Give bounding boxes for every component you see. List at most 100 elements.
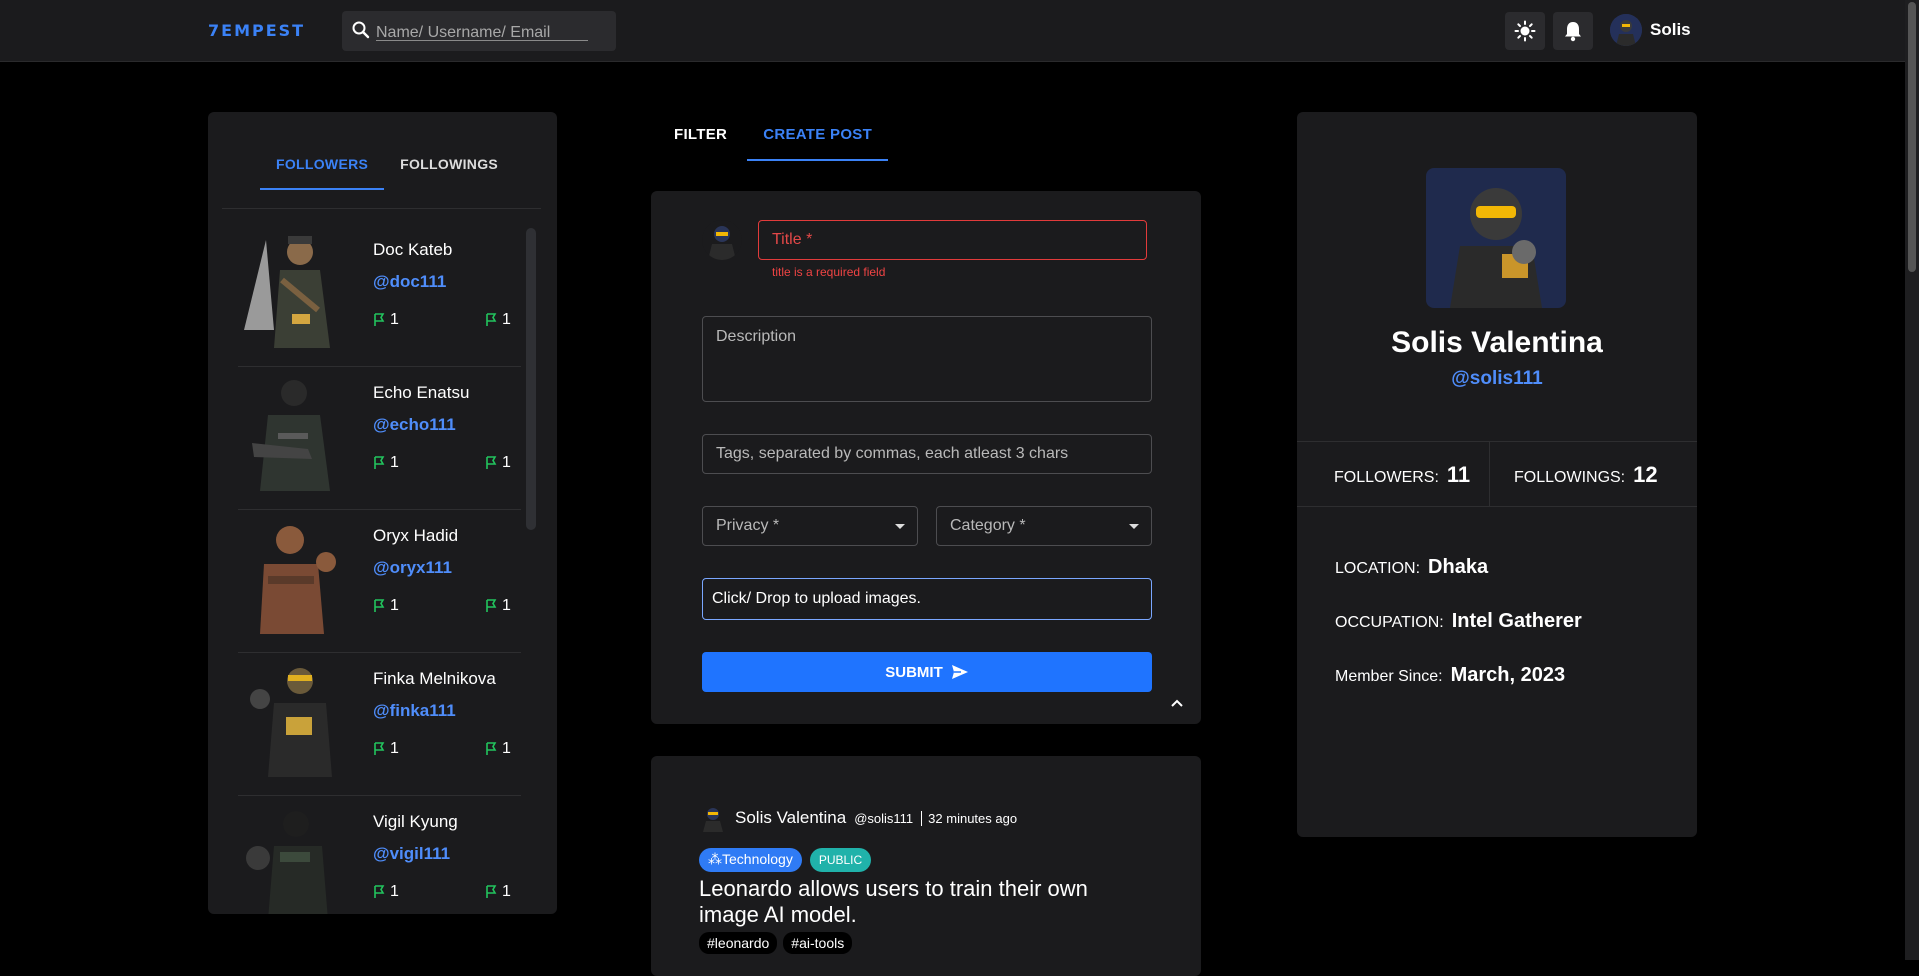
post-tags: #leonardo #ai-tools bbox=[699, 932, 853, 954]
list-item[interactable]: Vigil Kyung @vigil111 1 1 bbox=[238, 796, 521, 914]
divider bbox=[1489, 442, 1490, 506]
brand-logo[interactable]: 7EMPEST bbox=[208, 21, 305, 40]
privacy-select[interactable]: Privacy * bbox=[702, 506, 918, 546]
followers-panel: FOLLOWERS FOLLOWINGS Doc Kateb @doc111 1… bbox=[208, 112, 557, 914]
member-since-row: Member Since: March, 2023 bbox=[1335, 664, 1566, 686]
divider bbox=[222, 208, 541, 209]
privacy-badge: PUBLIC bbox=[809, 848, 872, 872]
description-textarea[interactable]: Description bbox=[702, 316, 1152, 402]
tag-chip[interactable]: #ai-tools bbox=[783, 932, 853, 954]
list-item[interactable]: Finka Melnikova @finka111 1 1 bbox=[238, 653, 521, 796]
top-navbar: 7EMPEST Name/ Username/ Email Solis bbox=[0, 0, 1905, 62]
scrollbar-thumb[interactable] bbox=[1908, 2, 1916, 272]
flag-icon bbox=[486, 742, 497, 755]
flag-icon bbox=[486, 313, 497, 326]
follower-stat: 1 bbox=[373, 883, 399, 901]
post-handle[interactable]: @solis111 bbox=[854, 811, 913, 826]
follower-stat: 1 bbox=[485, 454, 511, 472]
follower-name: Vigil Kyung bbox=[373, 812, 458, 831]
tab-followers[interactable]: FOLLOWERS bbox=[260, 142, 385, 190]
followings-count[interactable]: FOLLOWINGS: 12 bbox=[1514, 462, 1658, 488]
occupation-row: OCCUPATION: Intel Gatherer bbox=[1335, 610, 1582, 632]
followers-tabs: FOLLOWERS FOLLOWINGS bbox=[260, 142, 514, 190]
follower-handle[interactable]: @doc111 bbox=[373, 272, 446, 292]
divider bbox=[1297, 441, 1697, 442]
followers-count[interactable]: FOLLOWERS: 11 bbox=[1334, 462, 1470, 488]
notifications-button[interactable] bbox=[1553, 12, 1593, 50]
follower-stat: 1 bbox=[373, 597, 399, 615]
profile-card: Solis Valentina @solis111 FOLLOWERS: 11 F… bbox=[1297, 112, 1697, 837]
follower-handle[interactable]: @vigil111 bbox=[373, 844, 450, 864]
follower-stat: 1 bbox=[373, 454, 399, 472]
theme-toggle-button[interactable] bbox=[1505, 12, 1545, 50]
tab-filter[interactable]: FILTER bbox=[654, 118, 747, 161]
category-badge[interactable]: ⁂Technology bbox=[699, 848, 802, 872]
follower-handle[interactable]: @oryx111 bbox=[373, 558, 452, 578]
post-time: 32 minutes ago bbox=[921, 810, 1017, 826]
follower-handle[interactable]: @echo111 bbox=[373, 415, 456, 435]
hash-icon: # bbox=[791, 935, 800, 951]
follower-handle[interactable]: @finka111 bbox=[373, 701, 456, 721]
flag-icon bbox=[374, 885, 385, 898]
submit-label: SUBMIT bbox=[885, 663, 943, 681]
post-author[interactable]: Solis Valentina bbox=[735, 808, 846, 828]
search-box[interactable]: Name/ Username/ Email bbox=[342, 11, 616, 51]
list-item[interactable]: Echo Enatsu @echo111 1 1 bbox=[238, 367, 521, 510]
sun-icon bbox=[1514, 20, 1536, 42]
follower-avatar bbox=[244, 236, 330, 348]
follower-name: Echo Enatsu bbox=[373, 383, 470, 402]
search-underline bbox=[376, 40, 588, 41]
user-name: Solis bbox=[1650, 20, 1691, 39]
profile-handle[interactable]: @solis111 bbox=[1297, 368, 1697, 390]
follower-stat: 1 bbox=[485, 883, 511, 901]
post-header: Solis Valentina @solis111 32 minutes ago bbox=[699, 804, 1017, 832]
user-menu[interactable]: Solis bbox=[1610, 14, 1691, 46]
follower-avatar bbox=[260, 526, 336, 634]
search-icon bbox=[351, 20, 371, 45]
avatar bbox=[1610, 14, 1642, 46]
flag-icon bbox=[374, 313, 385, 326]
followers-scrollbar[interactable] bbox=[526, 228, 536, 530]
post-title[interactable]: Leonardo allows users to train their own… bbox=[699, 876, 1119, 928]
title-error: title is a required field bbox=[772, 265, 886, 279]
avatar bbox=[703, 808, 723, 832]
category-select-label: Category * bbox=[950, 517, 1026, 534]
submit-button[interactable]: SUBMIT bbox=[702, 652, 1152, 692]
avatar bbox=[702, 220, 742, 260]
post-chips: ⁂Technology PUBLIC bbox=[699, 848, 872, 872]
category-select[interactable]: Category * bbox=[936, 506, 1152, 546]
follower-name: Finka Melnikova bbox=[373, 669, 496, 688]
flag-icon bbox=[374, 599, 385, 612]
tag-chip[interactable]: #leonardo bbox=[699, 932, 778, 954]
divider bbox=[1297, 506, 1697, 507]
hash-icon: # bbox=[707, 935, 715, 951]
chevron-up-icon bbox=[1171, 699, 1183, 707]
flag-icon bbox=[486, 456, 497, 469]
tab-create-post[interactable]: CREATE POST bbox=[747, 118, 889, 161]
flag-icon bbox=[374, 456, 385, 469]
follower-avatar bbox=[246, 811, 328, 914]
send-icon bbox=[951, 665, 968, 679]
follower-avatar bbox=[252, 380, 330, 491]
follower-name: Doc Kateb bbox=[373, 240, 453, 259]
flag-icon bbox=[374, 742, 385, 755]
bell-icon bbox=[1565, 22, 1581, 42]
post-card: Solis Valentina @solis111 32 minutes ago… bbox=[651, 756, 1201, 976]
profile-avatar bbox=[1426, 168, 1566, 308]
page-scrollbar[interactable] bbox=[1905, 0, 1919, 960]
title-input[interactable]: Title * bbox=[758, 220, 1147, 260]
follower-stat: 1 bbox=[485, 311, 511, 329]
tags-input[interactable]: Tags, separated by commas, each atleast … bbox=[702, 434, 1152, 474]
image-upload-dropzone[interactable]: Click/ Drop to upload images. bbox=[702, 578, 1152, 620]
location-row: LOCATION: Dhaka bbox=[1335, 556, 1489, 578]
profile-name: Solis Valentina bbox=[1391, 326, 1603, 359]
collapse-button[interactable] bbox=[1165, 691, 1189, 715]
caret-down-icon bbox=[1129, 524, 1139, 529]
follower-stat: 1 bbox=[485, 740, 511, 758]
tab-followings[interactable]: FOLLOWINGS bbox=[384, 142, 514, 190]
create-post-form: Title * title is a required field Descri… bbox=[651, 191, 1201, 724]
list-item[interactable]: Doc Kateb @doc111 1 1 bbox=[238, 224, 521, 367]
follower-stat: 1 bbox=[373, 311, 399, 329]
follower-stat: 1 bbox=[485, 597, 511, 615]
list-item[interactable]: Oryx Hadid @oryx111 1 1 bbox=[238, 510, 521, 653]
